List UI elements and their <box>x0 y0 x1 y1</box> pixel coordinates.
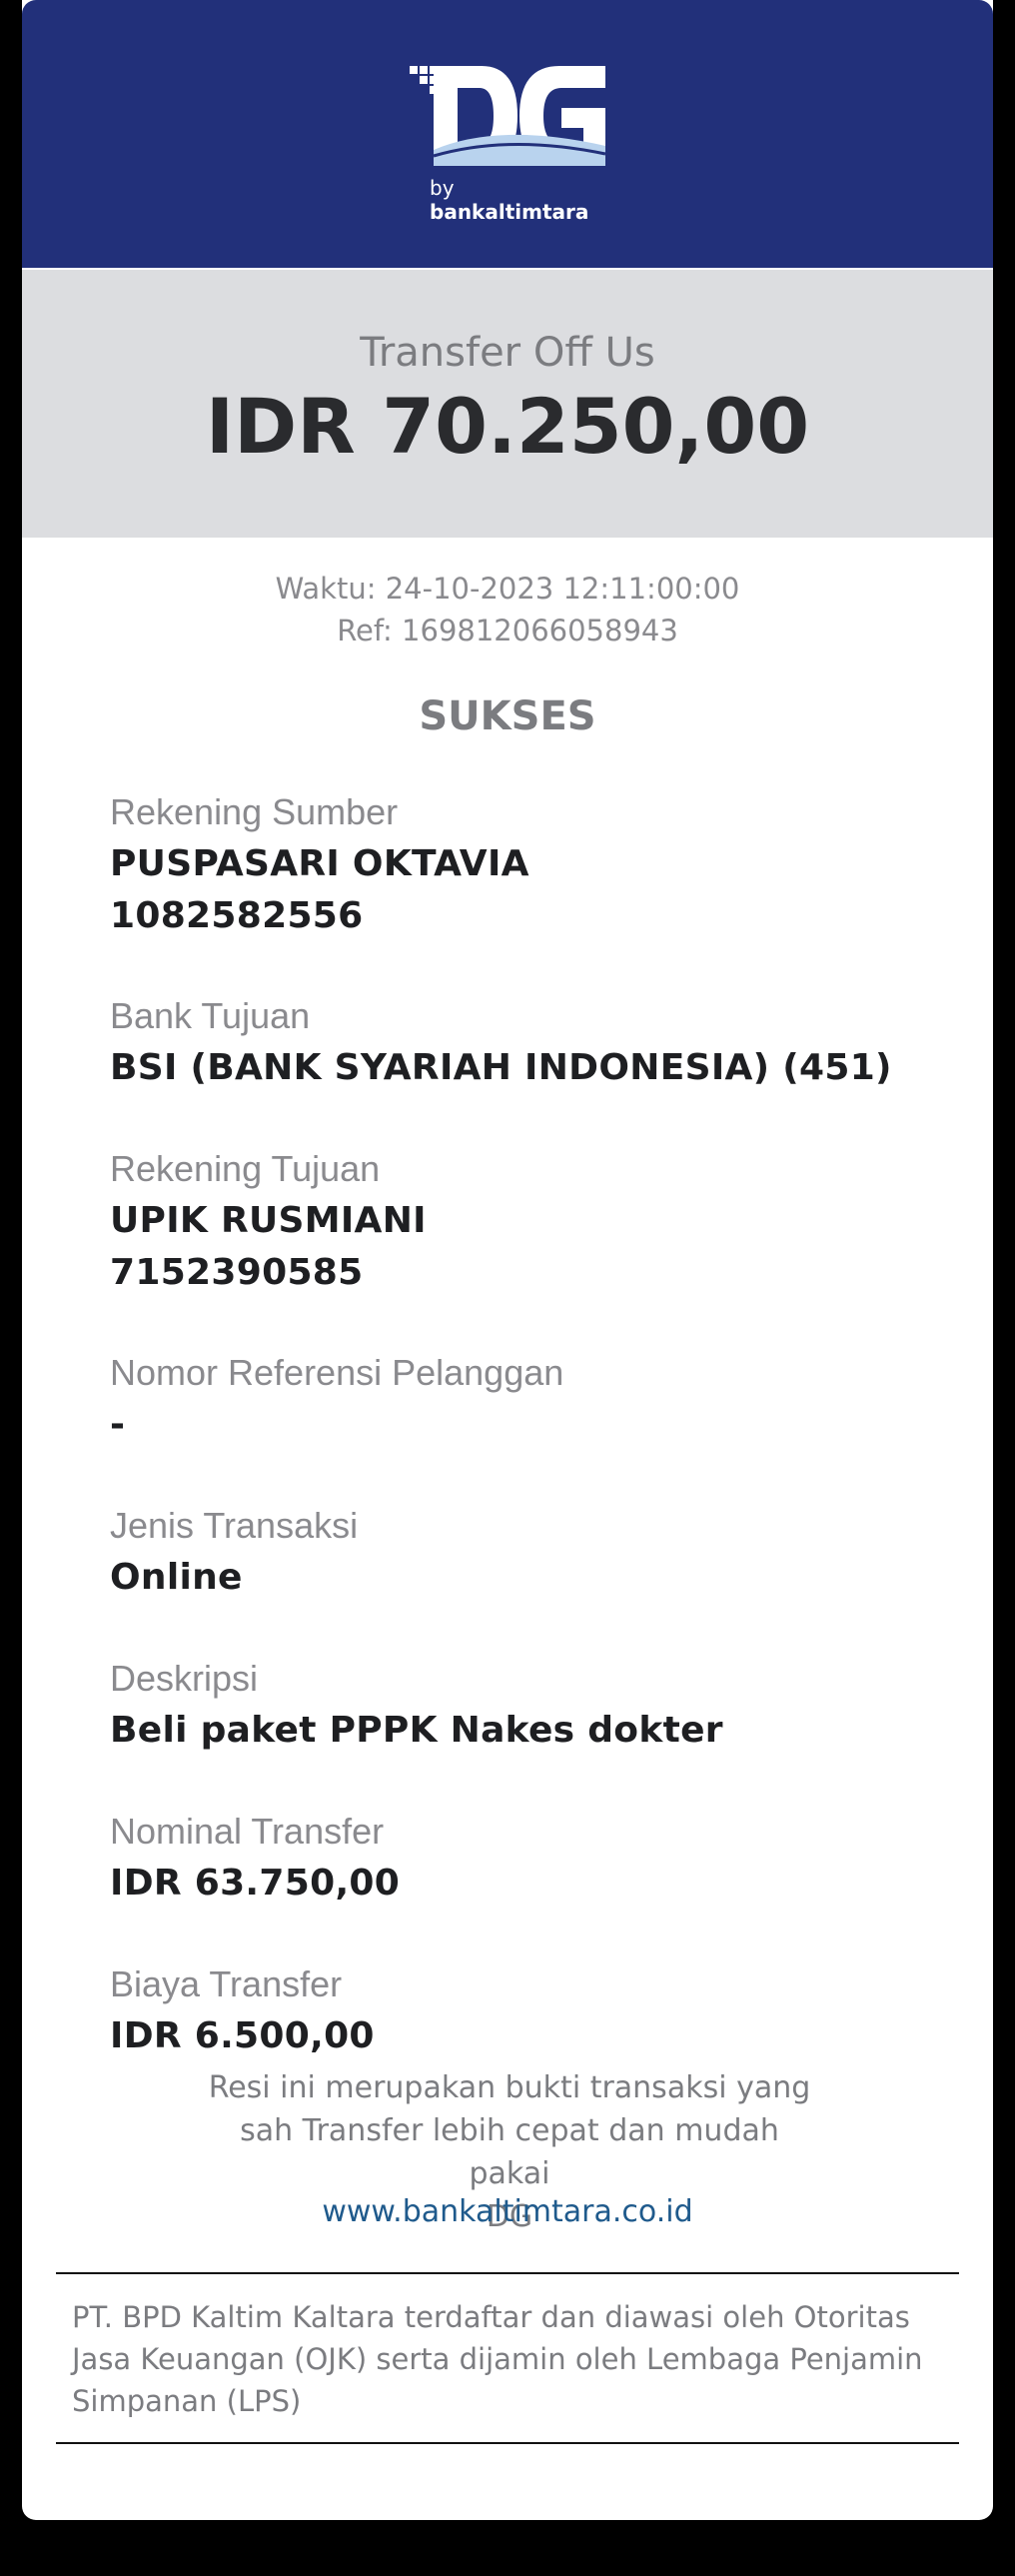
destination-account-name: UPIK RUSMIANI <box>110 1200 427 1241</box>
logo-bank-text: bankaltimtara <box>430 200 589 224</box>
receipt-header: by bankaltimtara <box>22 0 993 268</box>
description-value: Beli paket PPPK Nakes dokter <box>110 1710 723 1751</box>
transaction-kind-value: Online <box>110 1557 243 1598</box>
source-account-label: Rekening Sumber <box>110 791 399 832</box>
transaction-ref: Ref: 169812066058943 <box>337 614 678 647</box>
description-label: Deskripsi <box>110 1658 259 1699</box>
footer-line: Simpanan (LPS) <box>72 2384 302 2418</box>
transaction-kind-label: Jenis Transaksi <box>110 1505 359 1546</box>
customer-reference-label: Nomor Referensi Pelanggan <box>110 1352 564 1393</box>
destination-account-number: 7152390585 <box>110 1252 364 1293</box>
receipt-note-line: Resi ini merupakan bukti transaksi yang <box>208 2070 811 2105</box>
footer-disclaimer: PT. BPD Kaltim Kaltara terdaftar dan dia… <box>72 2296 931 2422</box>
bank-website-link[interactable]: www.bankaltimtara.co.id <box>22 2194 993 2229</box>
transfer-fee-value: IDR 6.500,00 <box>110 2015 375 2056</box>
transaction-time: Waktu: 24-10-2023 12:11:00:00 <box>275 572 740 606</box>
logo-byline: by bankaltimtara <box>430 176 589 224</box>
receipt-note-line: sah Transfer lebih cepat dan mudah pakai <box>240 2113 779 2191</box>
nominal-transfer-label: Nominal Transfer <box>110 1811 385 1852</box>
source-account-number: 1082582556 <box>110 895 364 936</box>
footer-line: PT. BPD Kaltim Kaltara terdaftar dan dia… <box>72 2300 910 2334</box>
source-account-name: PUSPASARI OKTAVIA <box>110 843 529 884</box>
destination-bank-label: Bank Tujuan <box>110 995 311 1036</box>
transaction-amount: IDR 70.250,00 <box>205 382 810 471</box>
destination-bank-value: BSI (BANK SYARIAH INDONESIA) (451) <box>110 1047 892 1088</box>
receipt-card: by bankaltimtara Transfer Off Us IDR 70.… <box>22 0 993 2520</box>
transaction-type: Transfer Off Us <box>360 330 655 376</box>
footer-line: Jasa Keuangan (OJK) serta dijamin oleh L… <box>72 2342 923 2376</box>
footer-divider-top <box>56 2272 959 2274</box>
footer-divider-bottom <box>56 2442 959 2444</box>
customer-reference-value: - <box>110 1404 126 1445</box>
nominal-transfer-value: IDR 63.750,00 <box>110 1863 401 1904</box>
amount-band: Transfer Off Us IDR 70.250,00 <box>22 270 993 538</box>
transfer-fee-label: Biaya Transfer <box>110 1963 343 2004</box>
destination-account-label: Rekening Tujuan <box>110 1148 381 1189</box>
status-label: SUKSES <box>419 693 596 739</box>
logo-by-text: by <box>430 176 455 200</box>
